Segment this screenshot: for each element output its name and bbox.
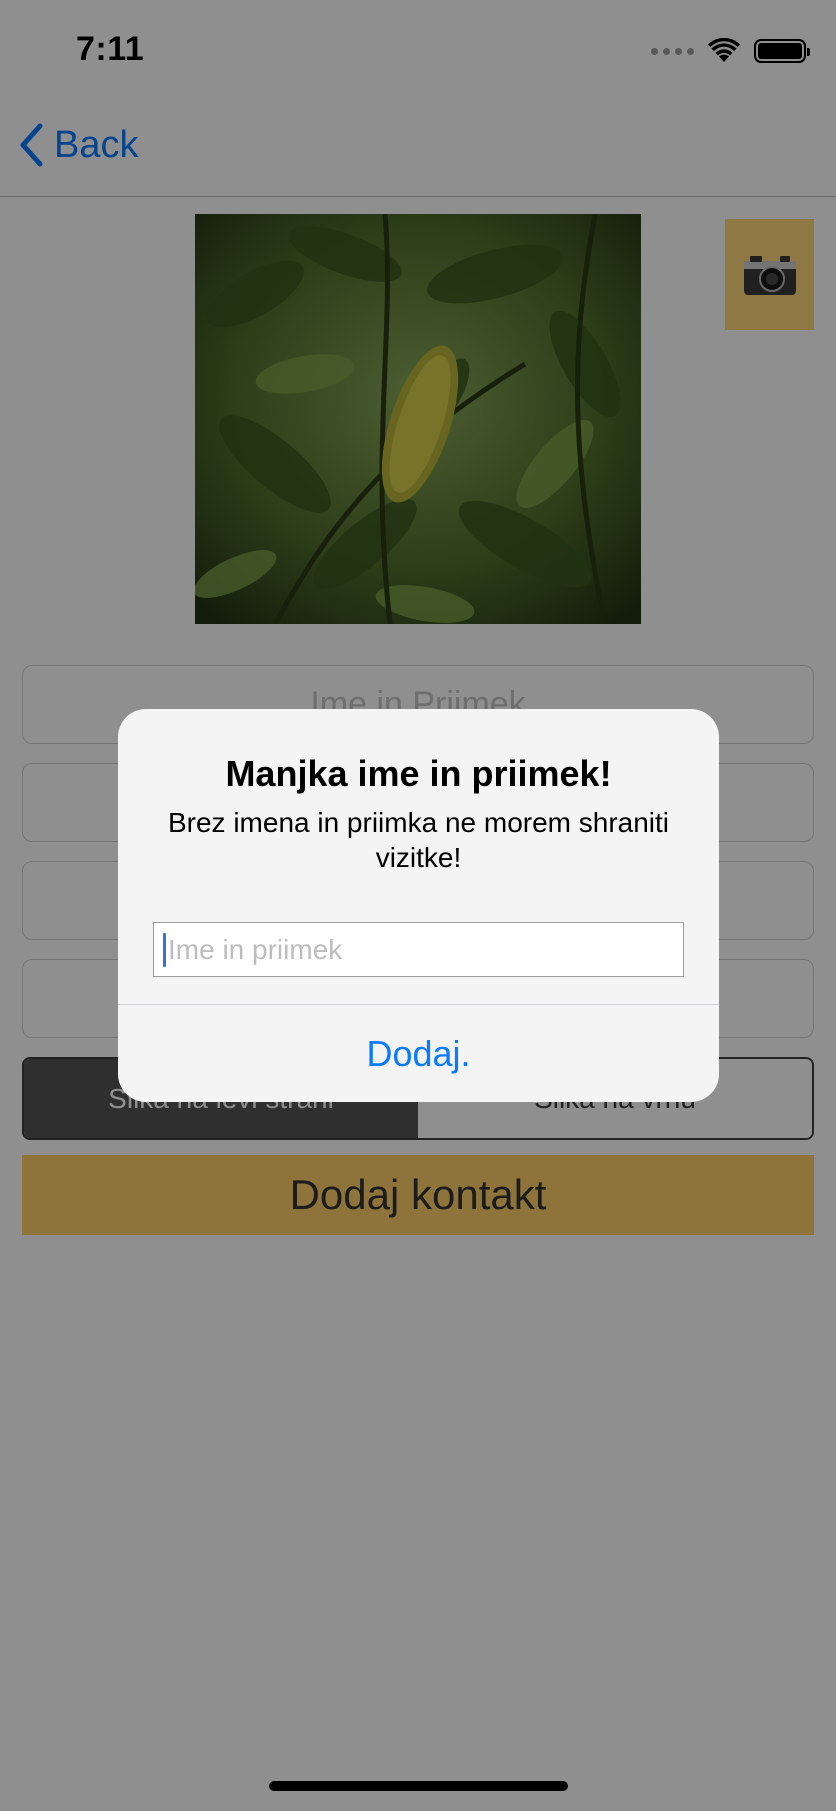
alert-name-input-container bbox=[153, 922, 684, 977]
alert-name-input[interactable] bbox=[154, 923, 683, 976]
alert-title: Manjka ime in priimek! bbox=[225, 753, 612, 794]
contact-form-screen: 7:11 Back Ime in Priimek Dodaj kontakt M… bbox=[0, 0, 836, 1811]
home-indicator[interactable] bbox=[269, 1781, 568, 1791]
text-cursor bbox=[163, 933, 166, 967]
alert-message: Brez imena in priimka ne morem shraniti … bbox=[167, 807, 670, 873]
missing-name-alert: Manjka ime in priimek! Brez imena in pri… bbox=[118, 709, 719, 1102]
alert-add-button[interactable]: Dodaj. bbox=[118, 1005, 719, 1102]
